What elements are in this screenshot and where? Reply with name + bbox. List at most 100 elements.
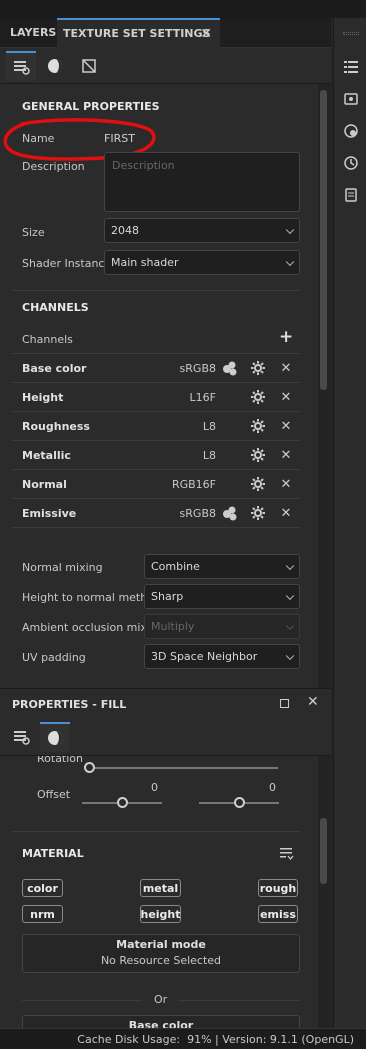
settings-list-icon[interactable] — [6, 722, 36, 752]
settings-scrollbar[interactable] — [318, 84, 330, 688]
channel-name: Height — [22, 391, 64, 404]
layer-list-icon[interactable] — [342, 58, 360, 76]
channel-format[interactable]: L8 — [203, 449, 216, 462]
or-separator-left — [22, 1000, 142, 1001]
uv-padding-dropdown[interactable]: 3D Space Neighbor — [144, 644, 300, 669]
normal-mixing-dropdown[interactable]: Combine — [144, 554, 300, 579]
tab-layers[interactable]: LAYERS — [10, 18, 56, 48]
shader-instance-label: Shader Instance — [22, 257, 112, 270]
size-label: Size — [22, 226, 45, 239]
chevron-down-icon — [285, 621, 295, 630]
channels-title: CHANNELS — [22, 301, 89, 314]
remove-channel-icon[interactable]: ✕ — [278, 447, 294, 463]
chevron-down-icon — [285, 561, 295, 570]
chip-nrm[interactable]: nrm — [22, 905, 63, 923]
gear-icon[interactable] — [250, 418, 266, 434]
gear-icon[interactable] — [250, 360, 266, 376]
or-label: Or — [154, 993, 168, 1006]
material-mode-box[interactable]: Material mode No Resource Selected — [22, 934, 300, 973]
chevron-down-icon — [285, 257, 295, 266]
remove-channel-icon[interactable]: ✕ — [278, 476, 294, 492]
close-icon[interactable]: ✕ — [307, 694, 319, 710]
chip-metal[interactable]: metal — [140, 879, 181, 897]
channel-format[interactable]: L16F — [190, 391, 216, 404]
description-placeholder: Description — [112, 159, 175, 172]
tab-texture-set-settings[interactable]: TEXTURE SET SETTINGS ✕ — [57, 18, 220, 48]
material-mode-title: Material mode — [116, 938, 206, 951]
gear-icon[interactable] — [250, 389, 266, 405]
material-menu-icon[interactable] — [280, 847, 294, 864]
scrollbar-thumb[interactable] — [320, 90, 327, 390]
remove-channel-icon[interactable]: ✕ — [278, 505, 294, 521]
base-color-box[interactable]: Base color — [22, 1015, 300, 1028]
uv-padding-label: UV padding — [22, 651, 86, 664]
ao-mixing-value: Multiply — [151, 620, 195, 633]
channel-format[interactable]: RGB16F — [172, 478, 216, 491]
material-title: MATERIAL — [22, 847, 84, 860]
divider — [12, 831, 300, 832]
close-icon[interactable]: ✕ — [200, 20, 212, 48]
channel-row[interactable]: Roughness L8 ✕ — [12, 412, 300, 441]
channel-row[interactable]: Height L16F ✕ — [12, 383, 300, 412]
shader-sphere-icon[interactable] — [40, 51, 70, 81]
remove-channel-icon[interactable]: ✕ — [278, 389, 294, 405]
chip-emiss[interactable]: emiss — [258, 905, 298, 923]
shader-instance-dropdown[interactable]: Main shader — [104, 250, 300, 275]
gear-icon[interactable] — [250, 476, 266, 492]
dithering-icon[interactable] — [222, 360, 238, 376]
scrollbar-thumb[interactable] — [320, 818, 327, 884]
remove-channel-icon[interactable]: ✕ — [278, 418, 294, 434]
channel-row[interactable]: Base color sRGB8 ✕ — [12, 354, 300, 383]
uv-padding-value: 3D Space Neighbor — [151, 650, 258, 663]
offset-y-slider-handle[interactable] — [234, 797, 245, 808]
rotation-slider-track[interactable] — [88, 767, 278, 769]
channel-name: Roughness — [22, 420, 90, 433]
chip-color[interactable]: color — [22, 879, 63, 897]
texture-set-toolbar — [0, 48, 331, 84]
properties-scrollbar[interactable] — [318, 756, 330, 1028]
channel-format[interactable]: L8 — [203, 420, 216, 433]
chevron-down-icon — [285, 651, 295, 660]
divider — [12, 290, 300, 291]
environment-icon[interactable] — [342, 122, 360, 140]
chip-rough[interactable]: rough — [258, 879, 298, 897]
general-properties-title: GENERAL PROPERTIES — [22, 100, 160, 113]
settings-list-icon[interactable] — [6, 51, 36, 81]
remove-channel-icon[interactable]: ✕ — [278, 360, 294, 376]
material-sphere-icon[interactable] — [40, 722, 70, 752]
gear-icon[interactable] — [250, 505, 266, 521]
gear-icon[interactable] — [250, 447, 266, 463]
plus-icon[interactable]: + — [279, 327, 293, 347]
base-color-title: Base color — [128, 1019, 194, 1028]
display-settings-icon[interactable] — [342, 90, 360, 108]
channel-format[interactable]: sRGB8 — [180, 362, 216, 375]
offset-x-slider-handle[interactable] — [117, 797, 128, 808]
properties-fill-header: PROPERTIES - FILL ✕ — [0, 688, 331, 718]
offset-label: Offset — [37, 788, 71, 801]
height-to-normal-value: Sharp — [151, 590, 184, 603]
history-icon[interactable] — [342, 154, 360, 172]
rotation-slider-handle[interactable] — [84, 762, 95, 773]
tab-texture-set-settings-label: TEXTURE SET SETTINGS — [63, 27, 211, 40]
size-dropdown[interactable]: 2048 — [104, 218, 300, 243]
or-separator-right — [178, 1000, 300, 1001]
status-bar: Cache Disk Usage: 91% | Version: 9.1.1 (… — [0, 1028, 366, 1049]
uv-transform-icon[interactable] — [74, 51, 104, 81]
description-field[interactable]: Description — [104, 152, 300, 212]
channel-row[interactable]: Metallic L8 ✕ — [12, 441, 300, 470]
normal-mixing-value: Combine — [151, 560, 200, 573]
status-text: Cache Disk Usage: 91% | Version: 9.1.1 (… — [77, 1033, 354, 1046]
dithering-icon[interactable] — [222, 505, 238, 521]
log-icon[interactable] — [342, 186, 360, 204]
chevron-down-icon — [285, 225, 295, 234]
channel-row[interactable]: Normal RGB16F ✕ — [12, 470, 300, 499]
right-sidebar — [333, 18, 366, 1028]
chip-height[interactable]: height — [140, 905, 181, 923]
channel-row[interactable]: Emissive sRGB8 ✕ — [12, 499, 300, 528]
properties-fill-title: PROPERTIES - FILL — [12, 698, 127, 711]
texture-set-settings-panel: GENERAL PROPERTIES Name FIRST Descriptio… — [0, 84, 318, 688]
float-window-icon[interactable] — [280, 699, 289, 708]
channel-format[interactable]: sRGB8 — [180, 507, 216, 520]
channel-name: Normal — [22, 478, 67, 491]
height-to-normal-dropdown[interactable]: Sharp — [144, 584, 300, 609]
